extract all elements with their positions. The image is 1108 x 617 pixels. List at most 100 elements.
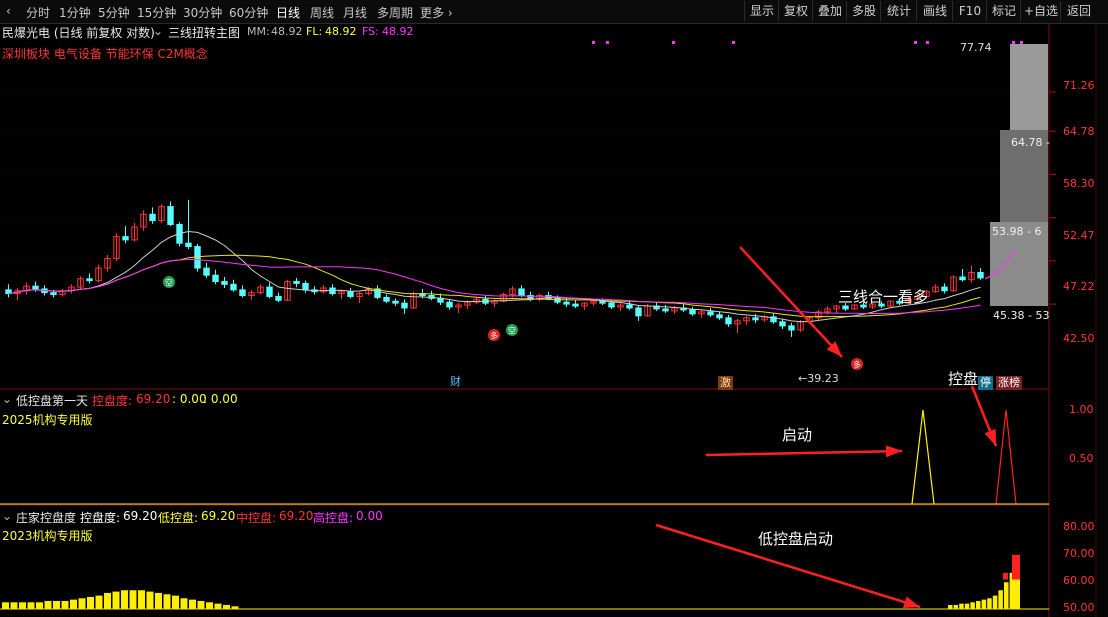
mm-value: 48.92	[271, 25, 303, 38]
candle-body	[275, 295, 282, 301]
period-tab-7[interactable]: 周线	[310, 4, 334, 21]
candle-body	[446, 301, 453, 308]
candle-body	[347, 291, 354, 297]
pane3-bar	[61, 600, 69, 609]
annotation-arrow	[705, 449, 903, 457]
candle-body	[392, 300, 399, 304]
pane3-bar	[172, 595, 179, 609]
candle-body	[725, 317, 732, 325]
fs-label: FS:	[362, 25, 379, 38]
pane3-bar	[70, 599, 77, 609]
top-marker	[914, 41, 917, 44]
toolbar-button-6[interactable]: F10	[952, 1, 987, 21]
period-tab-2[interactable]: 5分钟	[98, 4, 130, 21]
pane3-bar	[964, 603, 970, 609]
pane3-bar	[121, 590, 128, 609]
candle-body	[383, 296, 390, 302]
pane2-tick: 1.00	[1069, 403, 1094, 416]
pane3-indicator-name[interactable]: 庄家控盘度	[16, 509, 76, 526]
candle-body	[635, 307, 642, 317]
pane2-indicator-name[interactable]: 低控盘第一天	[16, 392, 88, 409]
annotation-low-control-start: 低控盘启动	[758, 530, 834, 548]
candle-body	[689, 309, 696, 315]
candle-body	[293, 281, 300, 284]
pane3-bar	[976, 600, 981, 609]
mm-label: MM:	[247, 25, 270, 38]
chevron-down-icon[interactable]: ⌄	[153, 24, 163, 38]
toolbar-button-4[interactable]: 统计	[880, 1, 917, 21]
candle-body	[752, 317, 759, 321]
badge-stimulus[interactable]: 激	[718, 376, 733, 390]
candle-body	[203, 267, 210, 276]
period-tab-0[interactable]: 分时	[26, 4, 50, 21]
chip-label-1: 64.78 -	[1011, 136, 1050, 149]
pane3-bar	[95, 595, 103, 609]
period-toolbar: 分时 1分钟 5分钟 15分钟 30分钟 60分钟 日线 周线 月线 多周期 更多 › ‹ 显示 复权叠…	[0, 0, 1108, 24]
badge-limit-up-list[interactable]: 涨榜	[996, 376, 1022, 390]
pane3-bar-red	[1012, 554, 1020, 580]
back-arrow-icon[interactable]: ‹	[6, 4, 11, 18]
pane3-bar	[112, 591, 120, 609]
period-tab-10[interactable]: 更多 ›	[420, 4, 453, 21]
pane3-bar	[189, 599, 196, 609]
candle-body	[302, 282, 309, 291]
period-tab-3[interactable]: 15分钟	[137, 4, 176, 21]
pane3-bar	[10, 602, 18, 609]
pane3-bar	[197, 600, 205, 609]
period-tab-5[interactable]: 60分钟	[229, 4, 268, 21]
badge-halt[interactable]: 停	[978, 376, 993, 390]
pane3-bar	[2, 602, 9, 609]
top-marker	[926, 41, 929, 44]
candle-body	[167, 206, 174, 225]
pane2-value3: : 0.00	[203, 392, 238, 406]
chip-label-2: 53.98 - 6	[992, 225, 1042, 238]
pane3-bar	[87, 596, 94, 609]
candle-body	[32, 285, 39, 290]
period-tab-6[interactable]: 日线	[276, 4, 300, 21]
toolbar-button-8[interactable]: +自选	[1020, 1, 1061, 21]
stock-title[interactable]: 民爆光电 (日线 前复权 对数)	[2, 24, 155, 41]
pane3-bar	[146, 591, 154, 609]
fl-value: 48.92	[325, 25, 357, 38]
high-price-label: 77.74	[960, 41, 992, 54]
candle-body	[86, 278, 93, 282]
pane3-bar	[987, 598, 992, 609]
pane3-bar	[180, 598, 188, 609]
toolbar-button-2[interactable]: 叠加	[812, 1, 847, 21]
candle-body	[266, 286, 273, 297]
pane3-bar	[155, 592, 162, 609]
signal-short-text: 空	[508, 326, 516, 336]
period-tab-8[interactable]: 月线	[343, 4, 367, 21]
pane3-bar	[981, 599, 987, 609]
period-tab-9[interactable]: 多周期	[377, 4, 413, 21]
annotation-arrow-head	[984, 428, 996, 446]
toolbar-button-9[interactable]: 返回	[1060, 1, 1097, 21]
candle-body	[572, 303, 579, 307]
toolbar-button-1[interactable]: 复权	[778, 1, 813, 21]
pane3-kp-label: 控盘度:	[80, 511, 121, 525]
annotation-arrow	[739, 246, 843, 358]
toolbar-button-5[interactable]: 画线	[916, 1, 953, 21]
pane3-bar	[36, 602, 43, 609]
indicator-name[interactable]: 三线扭转主图	[168, 24, 240, 41]
period-tab-1[interactable]: 1分钟	[59, 4, 91, 21]
candle-body	[230, 283, 237, 291]
chevron-down-icon[interactable]: ⌄	[2, 392, 12, 406]
chevron-down-icon[interactable]: ⌄	[2, 509, 12, 523]
toolbar-button-0[interactable]: 显示	[744, 1, 779, 21]
candle-body	[716, 314, 723, 319]
low-price-label: ←39.23	[798, 372, 839, 385]
toolbar-button-7[interactable]: 标记	[986, 1, 1021, 21]
annotation-control: 控盘	[948, 370, 979, 388]
pane3-tick: 60.00	[1063, 574, 1095, 587]
top-marker	[672, 41, 675, 44]
badge-finance[interactable]: 财	[448, 375, 463, 389]
candle-body	[563, 301, 570, 305]
pane3-low-label: 低控盘:	[158, 511, 199, 525]
pane3-bar	[223, 604, 230, 609]
toolbar-button-3[interactable]: 多股	[846, 1, 881, 21]
pane3-kp-value: 69.20	[123, 509, 158, 523]
top-marker	[732, 41, 735, 44]
pane3-bar	[1012, 579, 1020, 609]
period-tab-4[interactable]: 30分钟	[183, 4, 222, 21]
